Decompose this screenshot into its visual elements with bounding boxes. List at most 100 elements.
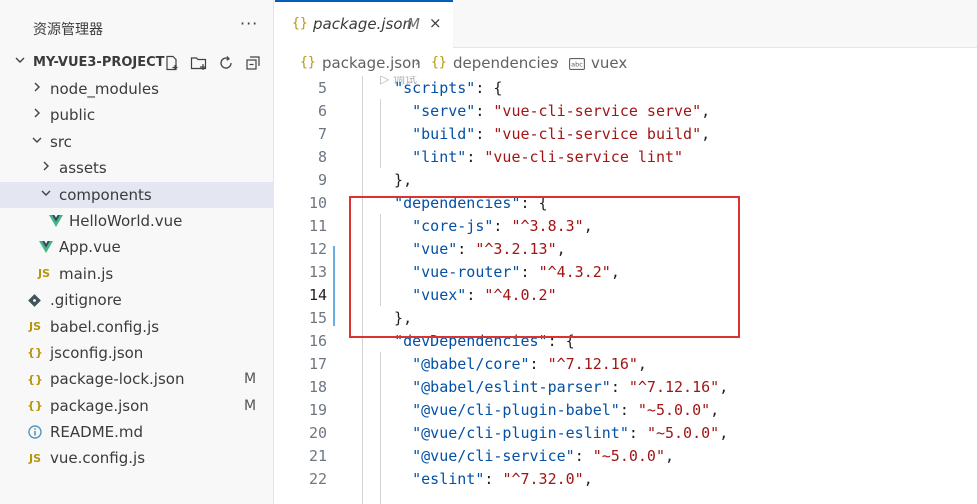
code-token: "^7.12.16" <box>547 355 638 373</box>
tree-item-label: public <box>50 106 96 125</box>
code-line[interactable]: 8 "lint": "vue-cli-service lint" <box>275 145 977 168</box>
code-text: "@vue/cli-service": "~5.0.0", <box>376 447 674 465</box>
line-number: 5 <box>317 79 327 97</box>
collapse-all-icon[interactable] <box>243 53 263 73</box>
code-token: "@vue/cli-service" <box>412 447 575 465</box>
tree-item-node-modules[interactable]: node_modules <box>0 76 274 102</box>
code-text: "scripts": { <box>376 79 502 97</box>
line-number: 22 <box>308 470 327 488</box>
tab-package-json[interactable]: {} package.json M × <box>275 0 453 48</box>
line-number: 12 <box>308 240 327 258</box>
code-token: "^7.32.0" <box>502 470 584 488</box>
new-folder-icon[interactable] <box>189 53 209 73</box>
code-line[interactable]: 21 "@vue/cli-service": "~5.0.0", <box>275 444 977 467</box>
file-tree: node_modules public src assets component… <box>0 76 274 472</box>
code-line[interactable]: 9 }, <box>275 168 977 191</box>
tree-item-package-lock[interactable]: {} package-lock.json M <box>0 366 274 392</box>
code-token: , <box>701 125 711 143</box>
vue-file-icon <box>49 213 63 229</box>
json-file-icon: {} <box>292 16 308 31</box>
code-token: "lint" <box>412 148 467 166</box>
code-line[interactable]: 17 "@babel/core": "^7.12.16", <box>275 352 977 375</box>
tree-item-app-vue[interactable]: App.vue <box>0 234 274 260</box>
tree-item-label: README.md <box>50 423 144 442</box>
code-text: "lint": "vue-cli-service lint" <box>376 148 683 166</box>
code-token: , <box>719 424 729 442</box>
tree-item-assets[interactable]: assets <box>0 155 274 181</box>
code-token: : <box>475 102 494 120</box>
code-token: "@vue/cli-plugin-eslint" <box>412 424 629 442</box>
code-line[interactable]: 5 "scripts": { <box>275 76 977 99</box>
tree-item-helloworld-vue[interactable]: HelloWorld.vue <box>0 208 274 234</box>
code-text: }, <box>376 171 412 189</box>
tab-label: package.json <box>313 15 413 33</box>
new-file-icon[interactable] <box>162 53 182 73</box>
string-property-icon: abc <box>569 56 585 74</box>
code-token: "vue-cli-service lint" <box>484 148 684 166</box>
tree-item-label: node_modules <box>50 80 159 98</box>
chevron-down-icon[interactable] <box>14 54 26 69</box>
code-token: "@babel/core" <box>412 355 530 373</box>
chevron-right-icon[interactable] <box>31 81 43 96</box>
breadcrumb-vuex[interactable]: vuex <box>591 54 627 72</box>
code-text: "serve": "vue-cli-service serve", <box>376 102 710 120</box>
vue-file-icon <box>39 239 53 255</box>
code-token: "vue-cli-service serve" <box>493 102 702 120</box>
tree-item-readme[interactable]: README.md <box>0 419 274 445</box>
tree-item-components[interactable]: components <box>0 181 274 208</box>
tree-item-vue-config[interactable]: JS vue.config.js <box>0 445 274 471</box>
json-file-icon: {} <box>300 55 316 70</box>
code-line[interactable]: 20 "@vue/cli-plugin-eslint": "~5.0.0", <box>275 421 977 444</box>
tree-item-babel-config[interactable]: JS babel.config.js <box>0 314 274 340</box>
code-line[interactable]: 19 "@vue/cli-plugin-babel": "~5.0.0", <box>275 398 977 421</box>
svg-text:abc: abc <box>571 61 583 69</box>
tree-item-label: components <box>59 185 152 204</box>
tree-item-jsconfig[interactable]: {} jsconfig.json <box>0 340 274 366</box>
code-token: , <box>710 401 720 419</box>
tree-item-label: package.json <box>50 396 149 415</box>
code-token: "build" <box>412 125 476 143</box>
code-token: "eslint" <box>412 470 485 488</box>
code-line[interactable]: 7 "build": "vue-cli-service build", <box>275 122 977 145</box>
line-number: 19 <box>308 401 327 419</box>
chevron-right-icon[interactable] <box>40 160 52 175</box>
json-file-icon: {} <box>27 346 43 360</box>
code-line[interactable]: 6 "serve": "vue-cli-service serve", <box>275 99 977 122</box>
tree-item-label: babel.config.js <box>50 317 160 336</box>
line-number: 18 <box>308 378 327 396</box>
tree-item-gitignore[interactable]: .gitignore <box>0 287 274 313</box>
chevron-down-icon[interactable] <box>31 134 43 149</box>
code-line[interactable]: 22 "eslint": "^7.32.0", <box>275 467 977 490</box>
tree-item-public[interactable]: public <box>0 102 274 128</box>
tree-item-main-js[interactable]: JS main.js <box>0 261 274 287</box>
breadcrumb-file[interactable]: package.json <box>322 54 421 72</box>
modified-badge: M <box>244 397 257 414</box>
code-token: , <box>719 378 729 396</box>
chevron-right-icon[interactable] <box>31 107 43 122</box>
line-number: 11 <box>308 217 327 235</box>
more-actions-icon[interactable]: ··· <box>240 14 258 33</box>
project-name: MY-VUE3-PROJECT <box>33 55 165 70</box>
close-icon[interactable]: × <box>429 14 442 32</box>
modified-badge: M <box>407 15 420 33</box>
tree-item-src[interactable]: src <box>0 129 274 155</box>
line-number: 10 <box>308 194 327 212</box>
code-line[interactable]: 18 "@babel/eslint-parser": "^7.12.16", <box>275 375 977 398</box>
chevron-down-icon[interactable] <box>40 187 52 202</box>
code-token: , <box>665 447 675 465</box>
breadcrumb-separator: › <box>554 55 560 70</box>
refresh-icon[interactable] <box>216 53 236 73</box>
object-icon: {} <box>431 55 447 70</box>
code-text: "@vue/cli-plugin-eslint": "~5.0.0", <box>376 424 728 442</box>
project-root[interactable]: MY-VUE3-PROJECT <box>0 50 274 76</box>
code-token: "~5.0.0" <box>592 447 665 465</box>
git-file-icon <box>27 292 41 308</box>
tree-item-package-json[interactable]: {} package.json M <box>0 393 274 419</box>
breadcrumb-dependencies[interactable]: dependencies <box>453 54 558 72</box>
